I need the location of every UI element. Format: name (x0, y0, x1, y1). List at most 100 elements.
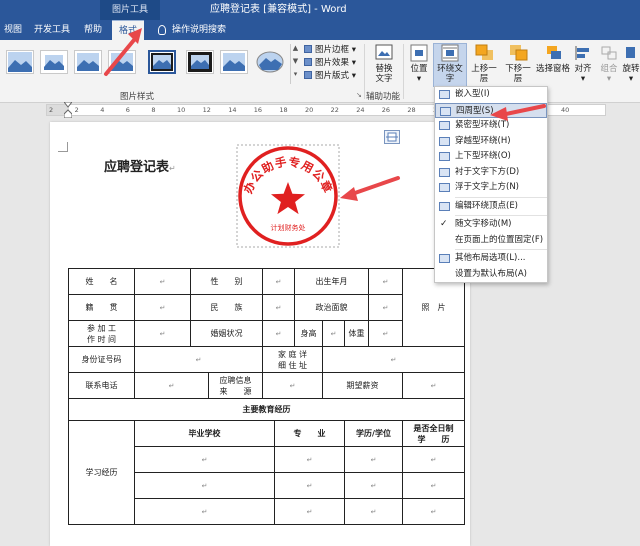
layout-options-button[interactable] (384, 130, 400, 144)
ruler-tick-label: 28 (407, 106, 416, 114)
picture-style-7[interactable] (220, 50, 248, 74)
name-value[interactable]: ↵ (134, 268, 191, 295)
position-button[interactable]: 位置 ▾ (407, 44, 431, 84)
fulltime-cell[interactable]: ↵ (402, 446, 466, 473)
chevron-down-icon: ▾ (606, 74, 612, 84)
in-front-of-text-icon (439, 183, 450, 192)
menu-item-label: 嵌入型(I) (455, 89, 490, 99)
school-cell[interactable]: ↵ (134, 446, 275, 473)
phone-value[interactable]: ↵ (134, 372, 209, 399)
dialog-launcher-icon[interactable]: ↘ (356, 91, 362, 99)
picture-effects-button[interactable]: 图片效果 ▾ (304, 57, 360, 70)
major-cell[interactable]: ↵ (274, 498, 345, 525)
menu-item-edit-wrap-points[interactable]: 编辑环绕顶点(E) (435, 199, 547, 215)
school-header: 毕业学校 (134, 420, 275, 447)
picture-style-8[interactable] (256, 50, 284, 74)
menu-item-top-bottom[interactable]: 上下型环绕(O) (435, 149, 547, 165)
menu-item-inline[interactable]: 嵌入型(I) (435, 87, 547, 103)
ethnic-value[interactable]: ↵ (262, 294, 295, 321)
picture-style-1[interactable] (6, 50, 34, 74)
picture-border-button[interactable]: 图片边框 ▾ (304, 44, 360, 57)
tab-developer[interactable]: 开发工具 (30, 20, 74, 40)
menu-item-label: 穿越型环绕(H) (455, 135, 511, 146)
group-label: 组合 (600, 64, 618, 74)
menu-item-label: 浮于文字上方(N) (455, 182, 519, 192)
political-label: 政治面貌 (293, 294, 370, 321)
name-label: 姓 名 (68, 268, 135, 295)
marital-value[interactable]: ↵ (262, 320, 295, 347)
menu-item-tight[interactable]: 紧密型环绕(T) (435, 118, 547, 134)
address-value[interactable]: ↵ (321, 346, 466, 373)
chevron-down-icon[interactable]: ▼ (291, 57, 300, 70)
native-value[interactable]: ↵ (134, 294, 191, 321)
picture-style-6[interactable] (186, 50, 214, 74)
gallery-scroll[interactable]: ▲ ▼ ▾ (290, 44, 300, 84)
rotate-icon (622, 44, 640, 62)
menu-item-in-front-of-text[interactable]: 浮于文字上方(N) (435, 180, 547, 196)
picture-style-3[interactable] (74, 50, 102, 74)
wrap-text-icon (439, 44, 461, 62)
rotate-button[interactable]: 旋转 ▾ (622, 44, 640, 84)
alt-text-button[interactable]: 替换 文字 (368, 44, 400, 84)
inline-wrap-icon (439, 90, 450, 99)
tab-view[interactable]: 视图 (0, 20, 26, 40)
through-wrap-icon (439, 136, 450, 146)
tell-me-search[interactable]: 操作说明搜索 (158, 20, 226, 40)
chevron-down-icon: ▾ (416, 74, 422, 84)
divider (403, 44, 404, 99)
political-value[interactable]: ↵ (368, 294, 404, 321)
school-cell[interactable]: ↵ (134, 472, 275, 499)
picture-style-2[interactable] (40, 50, 68, 74)
tab-format[interactable]: 格式 (112, 20, 144, 40)
apply-source-label: 应聘信息来 源 (208, 372, 263, 399)
company-seal[interactable]: 办公助手专用公章 计划财务处 (236, 144, 340, 248)
behind-text-icon (439, 167, 450, 177)
major-cell[interactable]: ↵ (274, 446, 345, 473)
degree-cell[interactable]: ↵ (343, 446, 404, 473)
picture-layout-button[interactable]: 图片版式 ▾ (304, 70, 360, 83)
birth-value[interactable]: ↵ (368, 268, 404, 295)
id-value[interactable]: ↵ (134, 346, 263, 373)
edit-wrap-points-icon (439, 201, 450, 211)
apply-source-value[interactable]: ↵ (262, 372, 323, 399)
selection-pane-button[interactable]: 选择窗格 (536, 44, 570, 74)
wrap-text-button[interactable]: 环绕文字 ▾ (433, 43, 467, 94)
menu-item-square[interactable]: 四周型(S) (435, 102, 547, 118)
picture-style-5[interactable] (148, 50, 176, 74)
menu-item-label: 上下型环绕(O) (455, 151, 511, 161)
accessibility-group-label: 辅助功能 (366, 92, 401, 102)
position-label: 位置 (410, 64, 428, 74)
fulltime-header: 是否全日制学 历 (402, 420, 466, 447)
salary-value[interactable]: ↵ (402, 372, 466, 399)
gender-value[interactable]: ↵ (262, 268, 295, 295)
menu-item-through[interactable]: 穿越型环绕(H) (435, 134, 547, 150)
work-time-label-line1: 参 加 工 (86, 323, 117, 333)
weight-label: 体重 (343, 320, 370, 347)
fulltime-cell[interactable]: ↵ (402, 498, 466, 525)
weight-value[interactable]: ↵ (368, 320, 404, 347)
menu-item-more-layout-options[interactable]: 其他布局选项(L)... (435, 251, 547, 267)
degree-cell[interactable]: ↵ (343, 472, 404, 499)
major-cell[interactable]: ↵ (274, 472, 345, 499)
menu-item-set-default-layout[interactable]: 设置为默认布局(A) (435, 267, 547, 283)
align-button[interactable]: 对齐 ▾ (572, 44, 594, 84)
picture-border-icon (304, 45, 312, 53)
height-value[interactable]: ↵ (322, 320, 345, 347)
phone-label: 联系电话 (68, 372, 135, 399)
tab-help[interactable]: 帮助 (80, 20, 106, 40)
school-cell[interactable]: ↵ (134, 498, 275, 525)
group-button[interactable]: 组合 ▾ (598, 44, 620, 84)
menu-divider (455, 249, 547, 250)
menu-item-behind-text[interactable]: 衬于文字下方(D) (435, 165, 547, 181)
degree-cell[interactable]: ↵ (343, 498, 404, 525)
indent-marker-icon[interactable] (62, 101, 74, 119)
picture-style-4[interactable] (108, 50, 136, 74)
work-time-value[interactable]: ↵ (134, 320, 191, 347)
menu-item-move-with-text[interactable]: ✓ 随文字移动(M) (435, 217, 547, 233)
gallery-more-icon[interactable]: ▾ (291, 70, 300, 83)
fulltime-cell[interactable]: ↵ (402, 472, 466, 499)
chevron-up-icon[interactable]: ▲ (291, 44, 300, 57)
ruler-tick-label: 12 (202, 106, 211, 114)
menu-item-fix-position[interactable]: 在页面上的位置固定(F) (435, 233, 547, 249)
send-backward-icon (507, 44, 529, 62)
